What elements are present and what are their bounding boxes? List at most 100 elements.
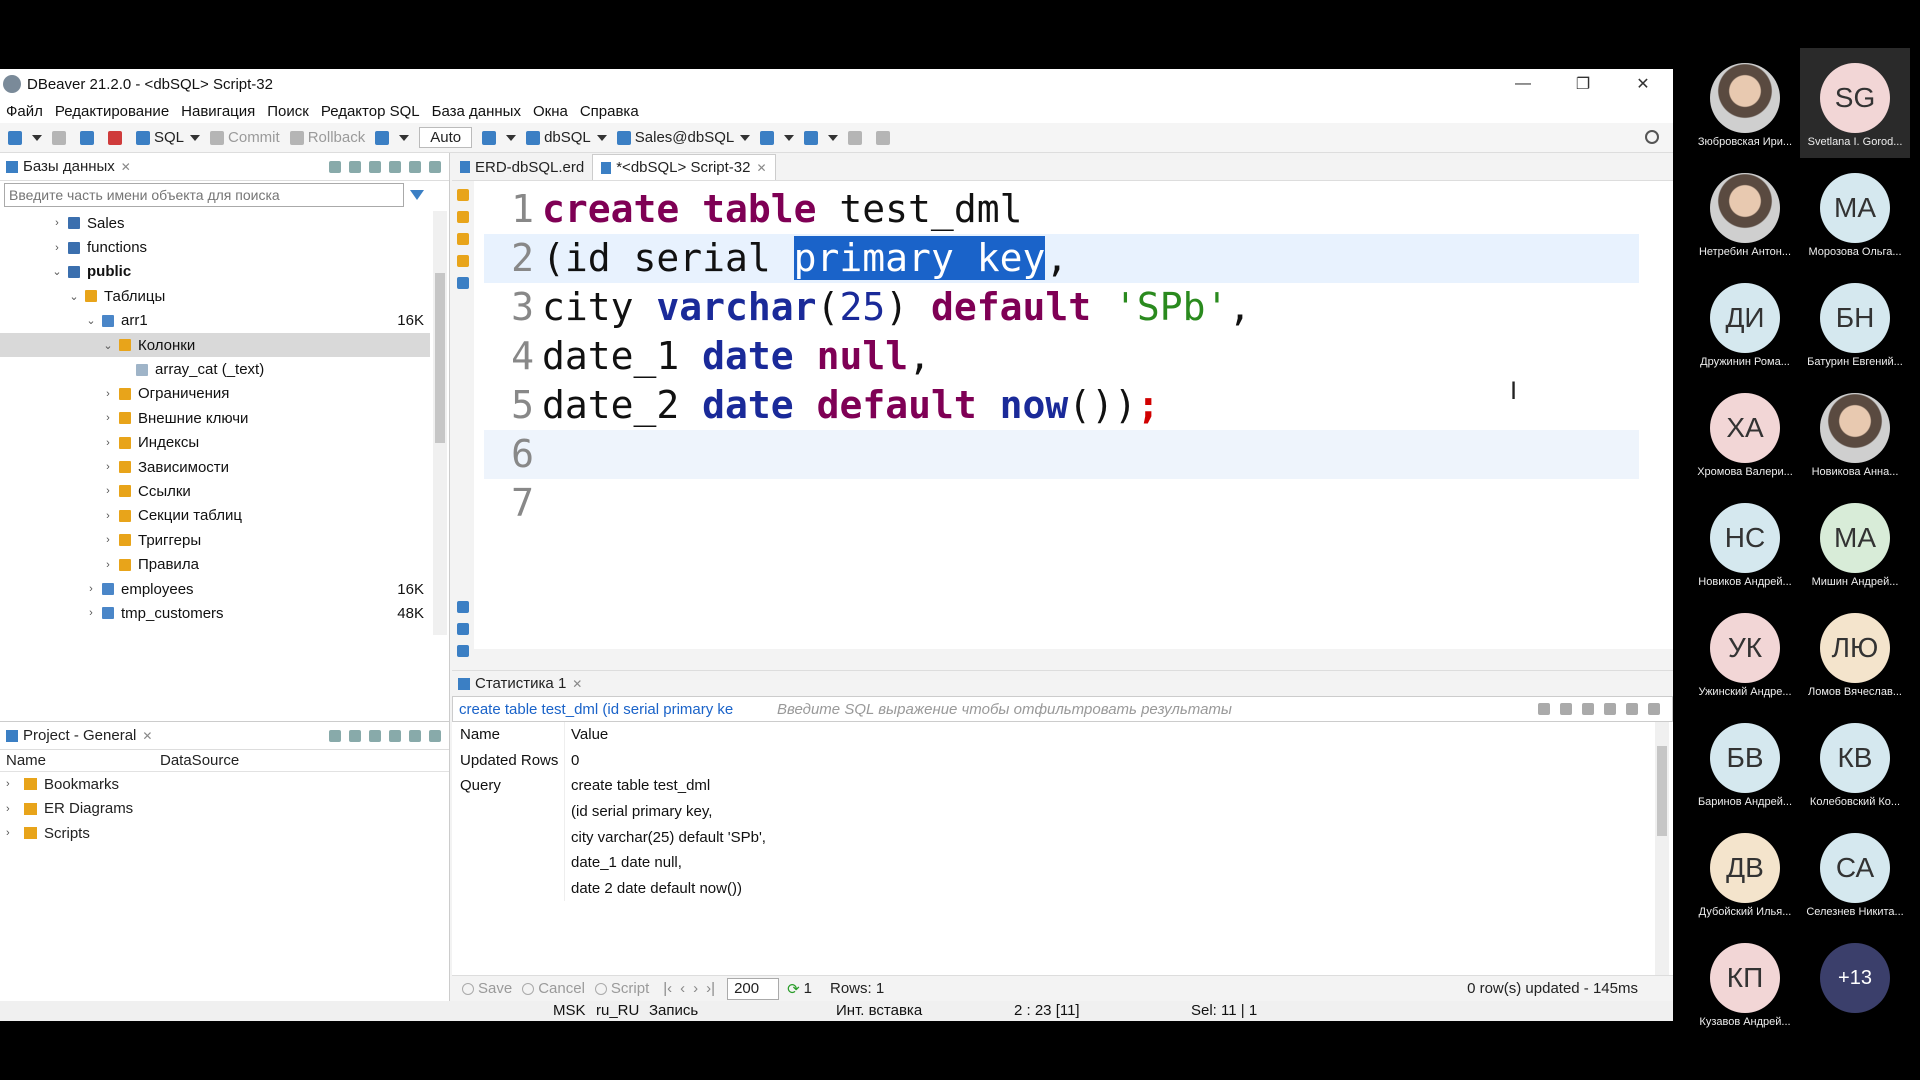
chevron-right-icon[interactable]: ›: [101, 437, 115, 449]
tree-node[interactable]: › employees 16K: [0, 577, 430, 601]
sql-editor-button[interactable]: SQL: [136, 129, 201, 146]
code-line[interactable]: 3 city varchar(25) default 'SPb',: [484, 283, 1639, 332]
code-line[interactable]: 5 date_2 date default now());: [484, 381, 1639, 430]
chevron-down-icon[interactable]: ⌄: [84, 314, 98, 327]
link-editor-icon[interactable]: [369, 160, 381, 173]
save-file-icon[interactable]: [457, 645, 469, 657]
chevron-right-icon[interactable]: ›: [101, 412, 115, 424]
new-connection-button[interactable]: [8, 130, 42, 145]
code-line[interactable]: 6: [484, 430, 1639, 479]
chevron-right-icon[interactable]: ›: [6, 827, 20, 839]
chevron-right-icon[interactable]: ›: [101, 534, 115, 546]
tree-node[interactable]: ⌄ Таблицы: [0, 284, 430, 308]
filter-icon[interactable]: [410, 190, 424, 200]
minimize-icon[interactable]: [409, 160, 421, 173]
participant-tile[interactable]: БН Батурин Евгений...: [1800, 268, 1910, 378]
participant-tile[interactable]: НС Новиков Андрей...: [1690, 488, 1800, 598]
beaver-button[interactable]: [876, 130, 894, 145]
menu-sql-editor[interactable]: Редактор SQL: [321, 103, 420, 120]
fetch-size-input[interactable]: 200: [727, 977, 780, 1000]
tree-node[interactable]: › Правила: [0, 552, 430, 576]
project-tab[interactable]: Project - General ✕: [0, 722, 449, 750]
filter-settings-icon[interactable]: [1604, 703, 1616, 715]
navigator-scrollbar[interactable]: [433, 211, 447, 635]
reconnect-button[interactable]: [80, 130, 98, 145]
participant-tile[interactable]: КВ Колебовский Ко...: [1800, 708, 1910, 818]
tree-node[interactable]: ⌄ Колонки: [0, 332, 430, 358]
results-scrollbar-thumb[interactable]: [1657, 746, 1667, 836]
chevron-right-icon[interactable]: ›: [101, 559, 115, 571]
rollback-button[interactable]: Rollback: [289, 129, 365, 146]
chevron-right-icon[interactable]: ›: [84, 583, 98, 595]
cancel-button[interactable]: Cancel: [522, 980, 585, 997]
menu-icon[interactable]: [389, 160, 401, 173]
next-icon[interactable]: ›: [693, 980, 698, 997]
navigator-search-input[interactable]: [4, 183, 404, 207]
project-item-bookmarks[interactable]: › Bookmarks: [0, 772, 449, 797]
tree-node[interactable]: › Зависимости: [0, 455, 430, 479]
status-insert-mode[interactable]: Инт. вставка: [836, 1002, 922, 1019]
participant-tile[interactable]: ЛЮ Ломов Вячеслав...: [1800, 598, 1910, 708]
column-name-header[interactable]: Name: [452, 726, 564, 743]
tools-button[interactable]: [760, 130, 795, 145]
save-button[interactable]: Save: [462, 980, 512, 997]
tree-node[interactable]: › Секции таблиц: [0, 504, 430, 528]
tree-node[interactable]: › Ограничения: [0, 382, 430, 406]
participant-tile[interactable]: Зюбровская Ири...: [1690, 48, 1800, 158]
table-row[interactable]: (id serial primary key,: [452, 798, 1673, 825]
tree-node[interactable]: array_cat (_text): [0, 357, 430, 381]
code-line[interactable]: 7: [484, 479, 1639, 528]
participant-tile[interactable]: МА Мишин Андрей...: [1800, 488, 1910, 598]
participant-tile[interactable]: ДВ Дубойский Илья...: [1690, 818, 1800, 928]
menu-database[interactable]: База данных: [432, 103, 521, 120]
minimize-icon[interactable]: [409, 729, 421, 742]
participant-tile[interactable]: ХА Хромова Валери...: [1690, 378, 1800, 488]
project-item-scripts[interactable]: › Scripts: [0, 821, 449, 846]
find-button[interactable]: [804, 130, 839, 145]
table-row[interactable]: date_1 date null,: [452, 849, 1673, 876]
participant-tile[interactable]: Новикова Анна...: [1800, 378, 1910, 488]
tree-node[interactable]: › Внешние ключи: [0, 406, 430, 430]
minimize-button[interactable]: —: [1493, 69, 1553, 99]
table-row[interactable]: city varchar(25) default 'SPb',: [452, 824, 1673, 850]
collapse-all-icon[interactable]: [349, 160, 361, 173]
tree-node[interactable]: › Sales: [0, 211, 430, 235]
column-datasource-header[interactable]: DataSource: [160, 752, 239, 769]
settings-icon[interactable]: [329, 729, 341, 742]
add-icon[interactable]: [369, 729, 381, 742]
participant-tile[interactable]: УК Ужинский Андре...: [1690, 598, 1800, 708]
menu-edit[interactable]: Редактирование: [55, 103, 169, 120]
query-preview[interactable]: create table test_dml (id serial primary…: [453, 701, 763, 718]
open-file-icon[interactable]: [457, 623, 469, 635]
datasource-select[interactable]: dbSQL: [526, 129, 607, 146]
column-name-header[interactable]: Name: [0, 752, 160, 769]
script-button[interactable]: Script: [594, 980, 649, 997]
menu-window[interactable]: Окна: [533, 103, 568, 120]
column-value-header[interactable]: Value: [564, 722, 796, 748]
participant-tile[interactable]: Нетребин Антон...: [1690, 158, 1800, 268]
connect-button[interactable]: [52, 130, 70, 145]
chevron-right-icon[interactable]: ›: [101, 388, 115, 400]
tab-script-32[interactable]: *<dbSQL> Script-32 ✕: [592, 154, 776, 180]
close-icon[interactable]: ✕: [121, 160, 131, 174]
participant-tile[interactable]: +13: [1800, 928, 1910, 1038]
chevron-right-icon[interactable]: ›: [50, 217, 64, 229]
chevron-right-icon[interactable]: ›: [101, 461, 115, 473]
execute-statement-icon[interactable]: [457, 189, 469, 201]
close-icon[interactable]: ✕: [756, 161, 766, 175]
commit-mode-select[interactable]: Auto: [419, 127, 473, 148]
chevron-down-icon[interactable]: ⌄: [101, 339, 115, 352]
chevron-right-icon[interactable]: ›: [50, 242, 64, 254]
menu-file[interactable]: Файл: [6, 103, 43, 120]
tree-node[interactable]: ⌄ arr1 16K: [0, 309, 430, 333]
commit-button[interactable]: Commit: [210, 129, 280, 146]
tree-node[interactable]: › functions: [0, 235, 430, 259]
sql-editor[interactable]: 1 create table test_dml 2 (id serial prima…: [452, 181, 1673, 657]
editor-horizontal-scrollbar[interactable]: [532, 629, 1622, 643]
tree-node[interactable]: › Триггеры: [0, 528, 430, 552]
status-mode[interactable]: Запись: [649, 1002, 698, 1019]
export-icon[interactable]: [457, 277, 469, 289]
erase-icon[interactable]: [1582, 703, 1594, 715]
close-button[interactable]: ✕: [1613, 69, 1673, 99]
database-navigator-tab[interactable]: Базы данных ✕: [0, 153, 449, 181]
